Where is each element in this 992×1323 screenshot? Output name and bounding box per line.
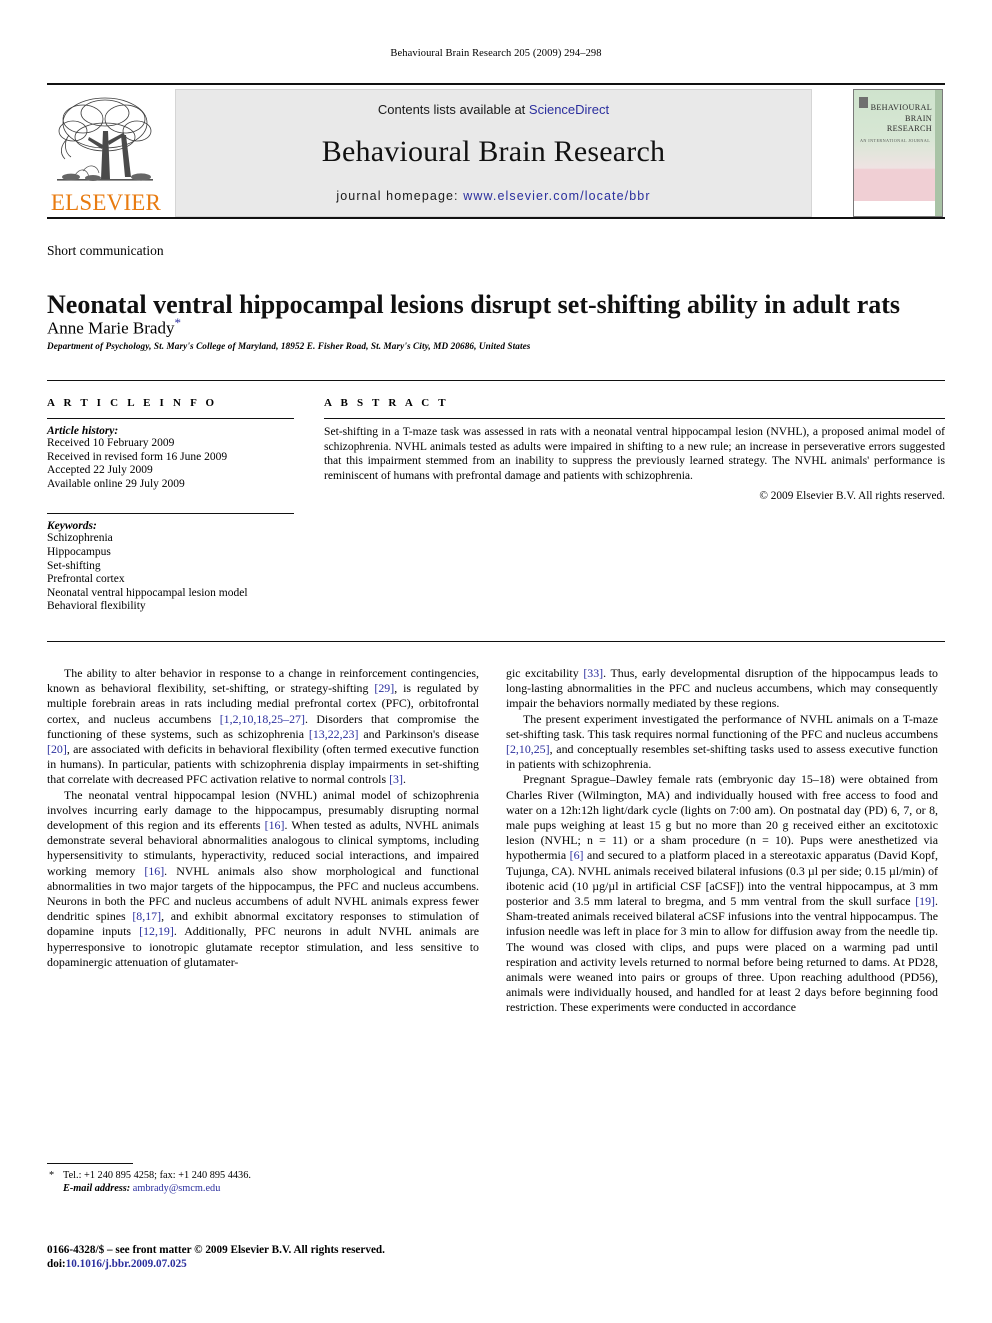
keyword-item: Neonatal ventral hippocampal lesion mode… — [47, 586, 248, 599]
keyword-item: Schizophrenia — [47, 532, 113, 545]
elsevier-tree-icon — [57, 97, 153, 181]
body-column-right: gic excitability [33]. Thus, early devel… — [506, 666, 938, 1266]
citation-reference[interactable]: [16] — [265, 818, 285, 832]
journal-masthead: ELSEVIER Contents lists available at Sci… — [47, 83, 945, 219]
keyword-item: Set-shifting — [47, 559, 101, 572]
issn-front-matter: 0166-4328/$ – see front matter © 2009 El… — [47, 1244, 385, 1256]
contents-banner: Contents lists available at ScienceDirec… — [175, 89, 812, 217]
divider — [47, 513, 294, 515]
abstract-heading: A B S T R A C T — [324, 397, 449, 409]
keyword-item: Prefrontal cortex — [47, 573, 125, 586]
author-email-link[interactable]: ambrady@smcm.edu — [133, 1183, 221, 1194]
citation-reference[interactable]: [8,17] — [132, 909, 161, 923]
homepage-prefix-text: journal homepage: — [336, 189, 464, 203]
cover-title-line-1: BEHAVIOURAL — [870, 103, 932, 112]
doi-line: doi:10.1016/j.bbr.2009.07.025 — [47, 1257, 477, 1271]
contents-available-line: Contents lists available at ScienceDirec… — [176, 102, 811, 117]
journal-cover-thumbnail: BEHAVIOURAL BRAIN RESEARCH AN INTERNATIO… — [853, 89, 943, 217]
citation-reference[interactable]: [33] — [583, 666, 603, 680]
citation-reference[interactable]: [1,2,10,18,25–27] — [220, 712, 305, 726]
keywords-label: Keywords: — [47, 520, 97, 533]
elsevier-logo: ELSEVIER — [47, 91, 165, 217]
journal-article-page: Behavioural Brain Research 205 (2009) 29… — [0, 0, 992, 1323]
citation-reference[interactable]: [13,22,23] — [309, 727, 359, 741]
body-paragraph: The neonatal ventral hippocampal lesion … — [47, 787, 479, 969]
citation-reference[interactable]: [3] — [389, 772, 403, 786]
citation-reference[interactable]: [12,19] — [139, 924, 174, 938]
email-label: E-mail address: — [63, 1182, 131, 1194]
divider — [324, 418, 945, 419]
article-history-item: Accepted 22 July 2009 — [47, 464, 153, 477]
running-head: Behavioural Brain Research 205 (2009) 29… — [390, 48, 602, 59]
article-info-column: A R T I C L E I N F O Article history: R… — [47, 397, 307, 614]
author-list: Anne Marie Brady* — [47, 315, 181, 339]
citation-reference[interactable]: [2,10,25] — [506, 742, 550, 756]
citation-reference[interactable]: [6] — [570, 848, 584, 862]
cover-title: BEHAVIOURAL BRAIN RESEARCH — [860, 103, 932, 135]
keyword-item: Behavioral flexibility — [47, 600, 146, 613]
journal-title: Behavioural Brain Research — [321, 135, 666, 168]
corresponding-author-footnote: * Tel.: +1 240 895 4258; fax: +1 240 895… — [47, 1170, 467, 1195]
journal-homepage-link[interactable]: www.elsevier.com/locate/bbr — [463, 189, 650, 203]
footnote-email-line: E-mail address: ambrady@smcm.edu — [47, 1183, 467, 1196]
keywords-block: Keywords: Schizophrenia Hippocampus Set-… — [47, 513, 307, 614]
body-column-left: The ability to alter behavior in respons… — [47, 666, 479, 1166]
body-paragraph: The present experiment investigated the … — [506, 711, 938, 772]
footnote-marker: * — [49, 1170, 55, 1181]
citation-reference[interactable]: [16] — [144, 864, 164, 878]
footnote-divider — [47, 1163, 133, 1164]
cover-title-line-2: BRAIN — [905, 113, 932, 123]
sciencedirect-link[interactable]: ScienceDirect — [529, 102, 609, 117]
citation-reference[interactable]: [19] — [915, 894, 935, 908]
cover-spine — [935, 90, 942, 216]
contents-prefix-text: Contents lists available at — [377, 102, 529, 117]
keyword-item: Hippocampus — [47, 545, 111, 558]
abstract-column: A B S T R A C T Set-shifting in a T-maze… — [324, 397, 945, 502]
cover-subtitle: AN INTERNATIONAL JOURNAL — [860, 138, 931, 143]
footnote-contact: Tel.: +1 240 895 4258; fax: +1 240 895 4… — [63, 1170, 251, 1181]
cover-title-line-3: RESEARCH — [886, 124, 932, 133]
copyright-notice: © 2009 Elsevier B.V. All rights reserved… — [759, 490, 945, 503]
divider — [47, 418, 294, 419]
body-paragraph: gic excitability [33]. Thus, early devel… — [506, 666, 938, 711]
author-footnote-marker[interactable]: * — [174, 315, 181, 330]
journal-homepage-line: journal homepage: www.elsevier.com/locat… — [176, 189, 811, 203]
body-paragraph: The ability to alter behavior in respons… — [47, 666, 480, 787]
citation-reference[interactable]: [29] — [374, 681, 394, 695]
doi-label: doi: — [47, 1258, 66, 1270]
elsevier-wordmark: ELSEVIER — [50, 190, 162, 215]
article-history-item: Received 10 February 2009 — [47, 437, 175, 449]
article-history-item: Available online 29 July 2009 — [47, 477, 185, 490]
info-abstract-band: A R T I C L E I N F O Article history: R… — [47, 380, 945, 642]
article-history-item: Received in revised form 16 June 2009 — [47, 450, 228, 463]
body-paragraph: Pregnant Sprague–Dawley female rats (emb… — [506, 772, 938, 1015]
article-info-heading: A R T I C L E I N F O — [47, 397, 218, 409]
citation-reference[interactable]: [20] — [47, 742, 67, 756]
doi-link[interactable]: 10.1016/j.bbr.2009.07.025 — [66, 1258, 187, 1270]
article-history-label: Article history: — [47, 425, 119, 437]
author-name: Anne Marie Brady — [47, 318, 175, 338]
imprint-block: 0166-4328/$ – see front matter © 2009 El… — [47, 1243, 477, 1271]
affiliation: Department of Psychology, St. Mary's Col… — [47, 341, 531, 351]
abstract-text: Set-shifting in a T-maze task was assess… — [324, 425, 945, 482]
article-section-type: Short communication — [47, 243, 164, 258]
